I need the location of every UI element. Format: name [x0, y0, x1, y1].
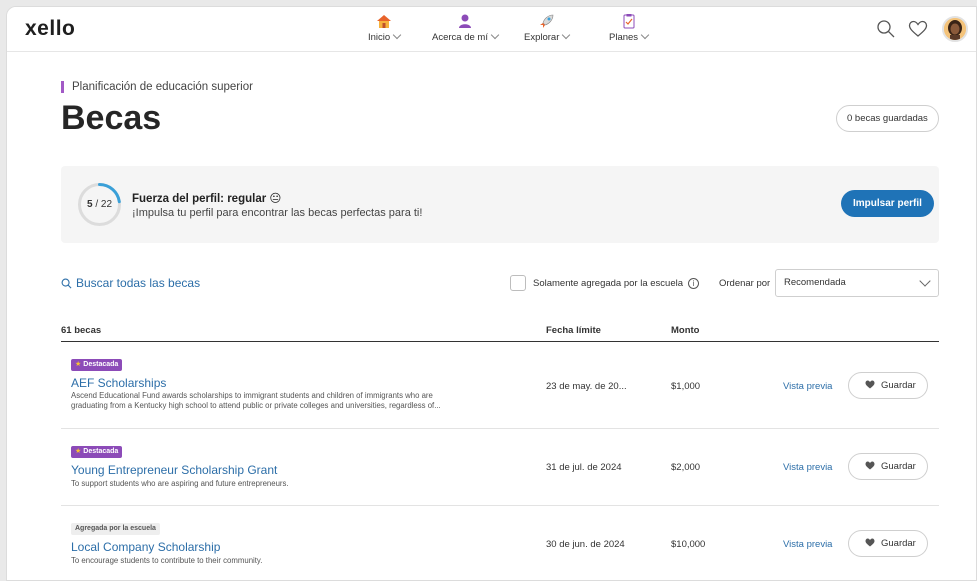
deadline-value: 31 de jul. de 2024 [546, 462, 622, 473]
school-only-checkbox[interactable] [510, 275, 526, 291]
person-icon [458, 14, 471, 28]
preview-link[interactable]: Vista previa [783, 539, 832, 550]
count-header: 61 becas [61, 325, 102, 336]
featured-badge: ★ Destacada [71, 359, 123, 371]
sort-value: Recomendada [784, 277, 846, 288]
xello-logo[interactable]: xello [25, 17, 75, 41]
search-link-label: Buscar todas las becas [76, 276, 201, 290]
nav-inicio[interactable]: Inicio [368, 13, 402, 43]
avatar-image [944, 18, 966, 40]
section-eyebrow: Planificación de educación superior [61, 81, 253, 93]
profile-strength-title: Fuerza del perfil: regular 😐 [132, 191, 281, 205]
profile-strength-card: 5 / 22 Fuerza del perfil: regular 😐 ¡Imp… [61, 166, 939, 243]
amount-value: $2,000 [671, 462, 701, 473]
deadline-value: 23 de may. de 20... [546, 381, 627, 392]
heart-icon[interactable] [908, 19, 928, 39]
heart-icon [865, 461, 875, 470]
featured-badge: ★ Destacada [71, 446, 123, 458]
save-button[interactable]: Guardar [848, 372, 928, 399]
nav-label: Explorar [524, 32, 560, 43]
save-label: Guardar [881, 380, 916, 391]
score-total: 22 [100, 199, 113, 210]
deadline-header[interactable]: Fecha límite [546, 325, 601, 336]
amount-header[interactable]: Monto [671, 325, 700, 336]
boost-profile-button[interactable]: Impulsar perfil [841, 190, 934, 217]
saved-scholarships-button[interactable]: 0 becas guardadas [836, 105, 939, 132]
save-button[interactable]: Guardar [848, 453, 928, 480]
school-only-text: Solamente agregada por la escuela [533, 278, 683, 289]
chevron-down-icon [392, 30, 402, 40]
avatar[interactable] [942, 16, 968, 42]
description-line: graduating from a Kentucky high school t… [71, 401, 441, 410]
scholarship-description: Ascend Educational Fund awards scholarsh… [71, 391, 521, 411]
scholarship-description: To encourage students to contribute to t… [71, 556, 521, 566]
chevron-down-icon [562, 30, 571, 40]
amount-value: $1,000 [671, 381, 701, 392]
chevron-down-icon [490, 30, 500, 40]
table-row: ★ Destacada Young Entrepreneur Scholarshi… [61, 429, 939, 506]
preview-link[interactable]: Vista previa [783, 462, 832, 473]
badge-label: Destacada [83, 361, 119, 368]
nav-label: Inicio [368, 32, 391, 43]
nav-label: Planes [609, 32, 639, 43]
school-added-badge: Agregada por la escuela [71, 523, 160, 535]
heart-icon [865, 380, 875, 389]
house-icon [377, 15, 392, 28]
description-line: To support students who are aspiring and… [71, 479, 289, 488]
heart-icon [865, 538, 875, 547]
table-row: Agregada por la escuela Local Company Sc… [61, 506, 939, 580]
preview-link[interactable]: Vista previa [783, 381, 832, 392]
nav-acerca[interactable]: Acerca de mí [432, 13, 500, 43]
star-icon: ★ [75, 448, 82, 455]
page-title: Becas [61, 99, 162, 137]
save-button[interactable]: Guardar [848, 530, 928, 557]
clipboard-icon [623, 14, 635, 29]
profile-score: 5 / 22 [86, 199, 113, 210]
search-icon [61, 278, 72, 289]
search-all-scholarships-link[interactable]: Buscar todas las becas [61, 276, 200, 290]
top-navigation: xello Inicio Acerca de mí Explorar Plane… [7, 7, 976, 52]
description-line: To encourage students to contribute to t… [71, 556, 263, 565]
rocket-icon [539, 14, 553, 28]
star-icon: ★ [75, 361, 82, 368]
score-value: 5 [86, 199, 93, 210]
search-icon[interactable] [876, 19, 896, 39]
profile-strength-subtitle: ¡Impulsa tu perfil para encontrar las be… [132, 207, 423, 219]
nav-label: Acerca de mí [432, 32, 488, 43]
save-label: Guardar [881, 461, 916, 472]
save-label: Guardar [881, 538, 916, 549]
sort-label: Ordenar por [719, 278, 771, 289]
nav-planes[interactable]: Planes [609, 13, 650, 43]
description-line: Ascend Educational Fund awards scholarsh… [71, 391, 433, 400]
deadline-value: 30 de jun. de 2024 [546, 539, 625, 550]
scholarship-name-link[interactable]: Local Company Scholarship [71, 540, 220, 554]
chevron-down-icon [640, 30, 650, 40]
amount-value: $10,000 [671, 539, 706, 550]
table-row: ★ Destacada AEF Scholarships Ascend Educa… [61, 342, 939, 429]
scholarship-description: To support students who are aspiring and… [71, 479, 521, 489]
sort-dropdown[interactable]: Recomendada [775, 269, 939, 297]
info-icon[interactable]: i [688, 278, 699, 289]
chevron-down-icon [919, 275, 931, 287]
nav-explorar[interactable]: Explorar [524, 13, 571, 43]
badge-label: Destacada [83, 448, 119, 455]
school-only-label: Solamente agregada por la escuela i [533, 278, 699, 289]
neutral-face-icon: 😐 [269, 193, 282, 205]
app-window: xello Inicio Acerca de mí Explorar Plane… [6, 6, 977, 581]
scholarship-name-link[interactable]: Young Entrepreneur Scholarship Grant [71, 463, 277, 477]
scholarship-name-link[interactable]: AEF Scholarships [71, 376, 166, 390]
profile-title-text: Fuerza del perfil: regular [132, 193, 267, 205]
